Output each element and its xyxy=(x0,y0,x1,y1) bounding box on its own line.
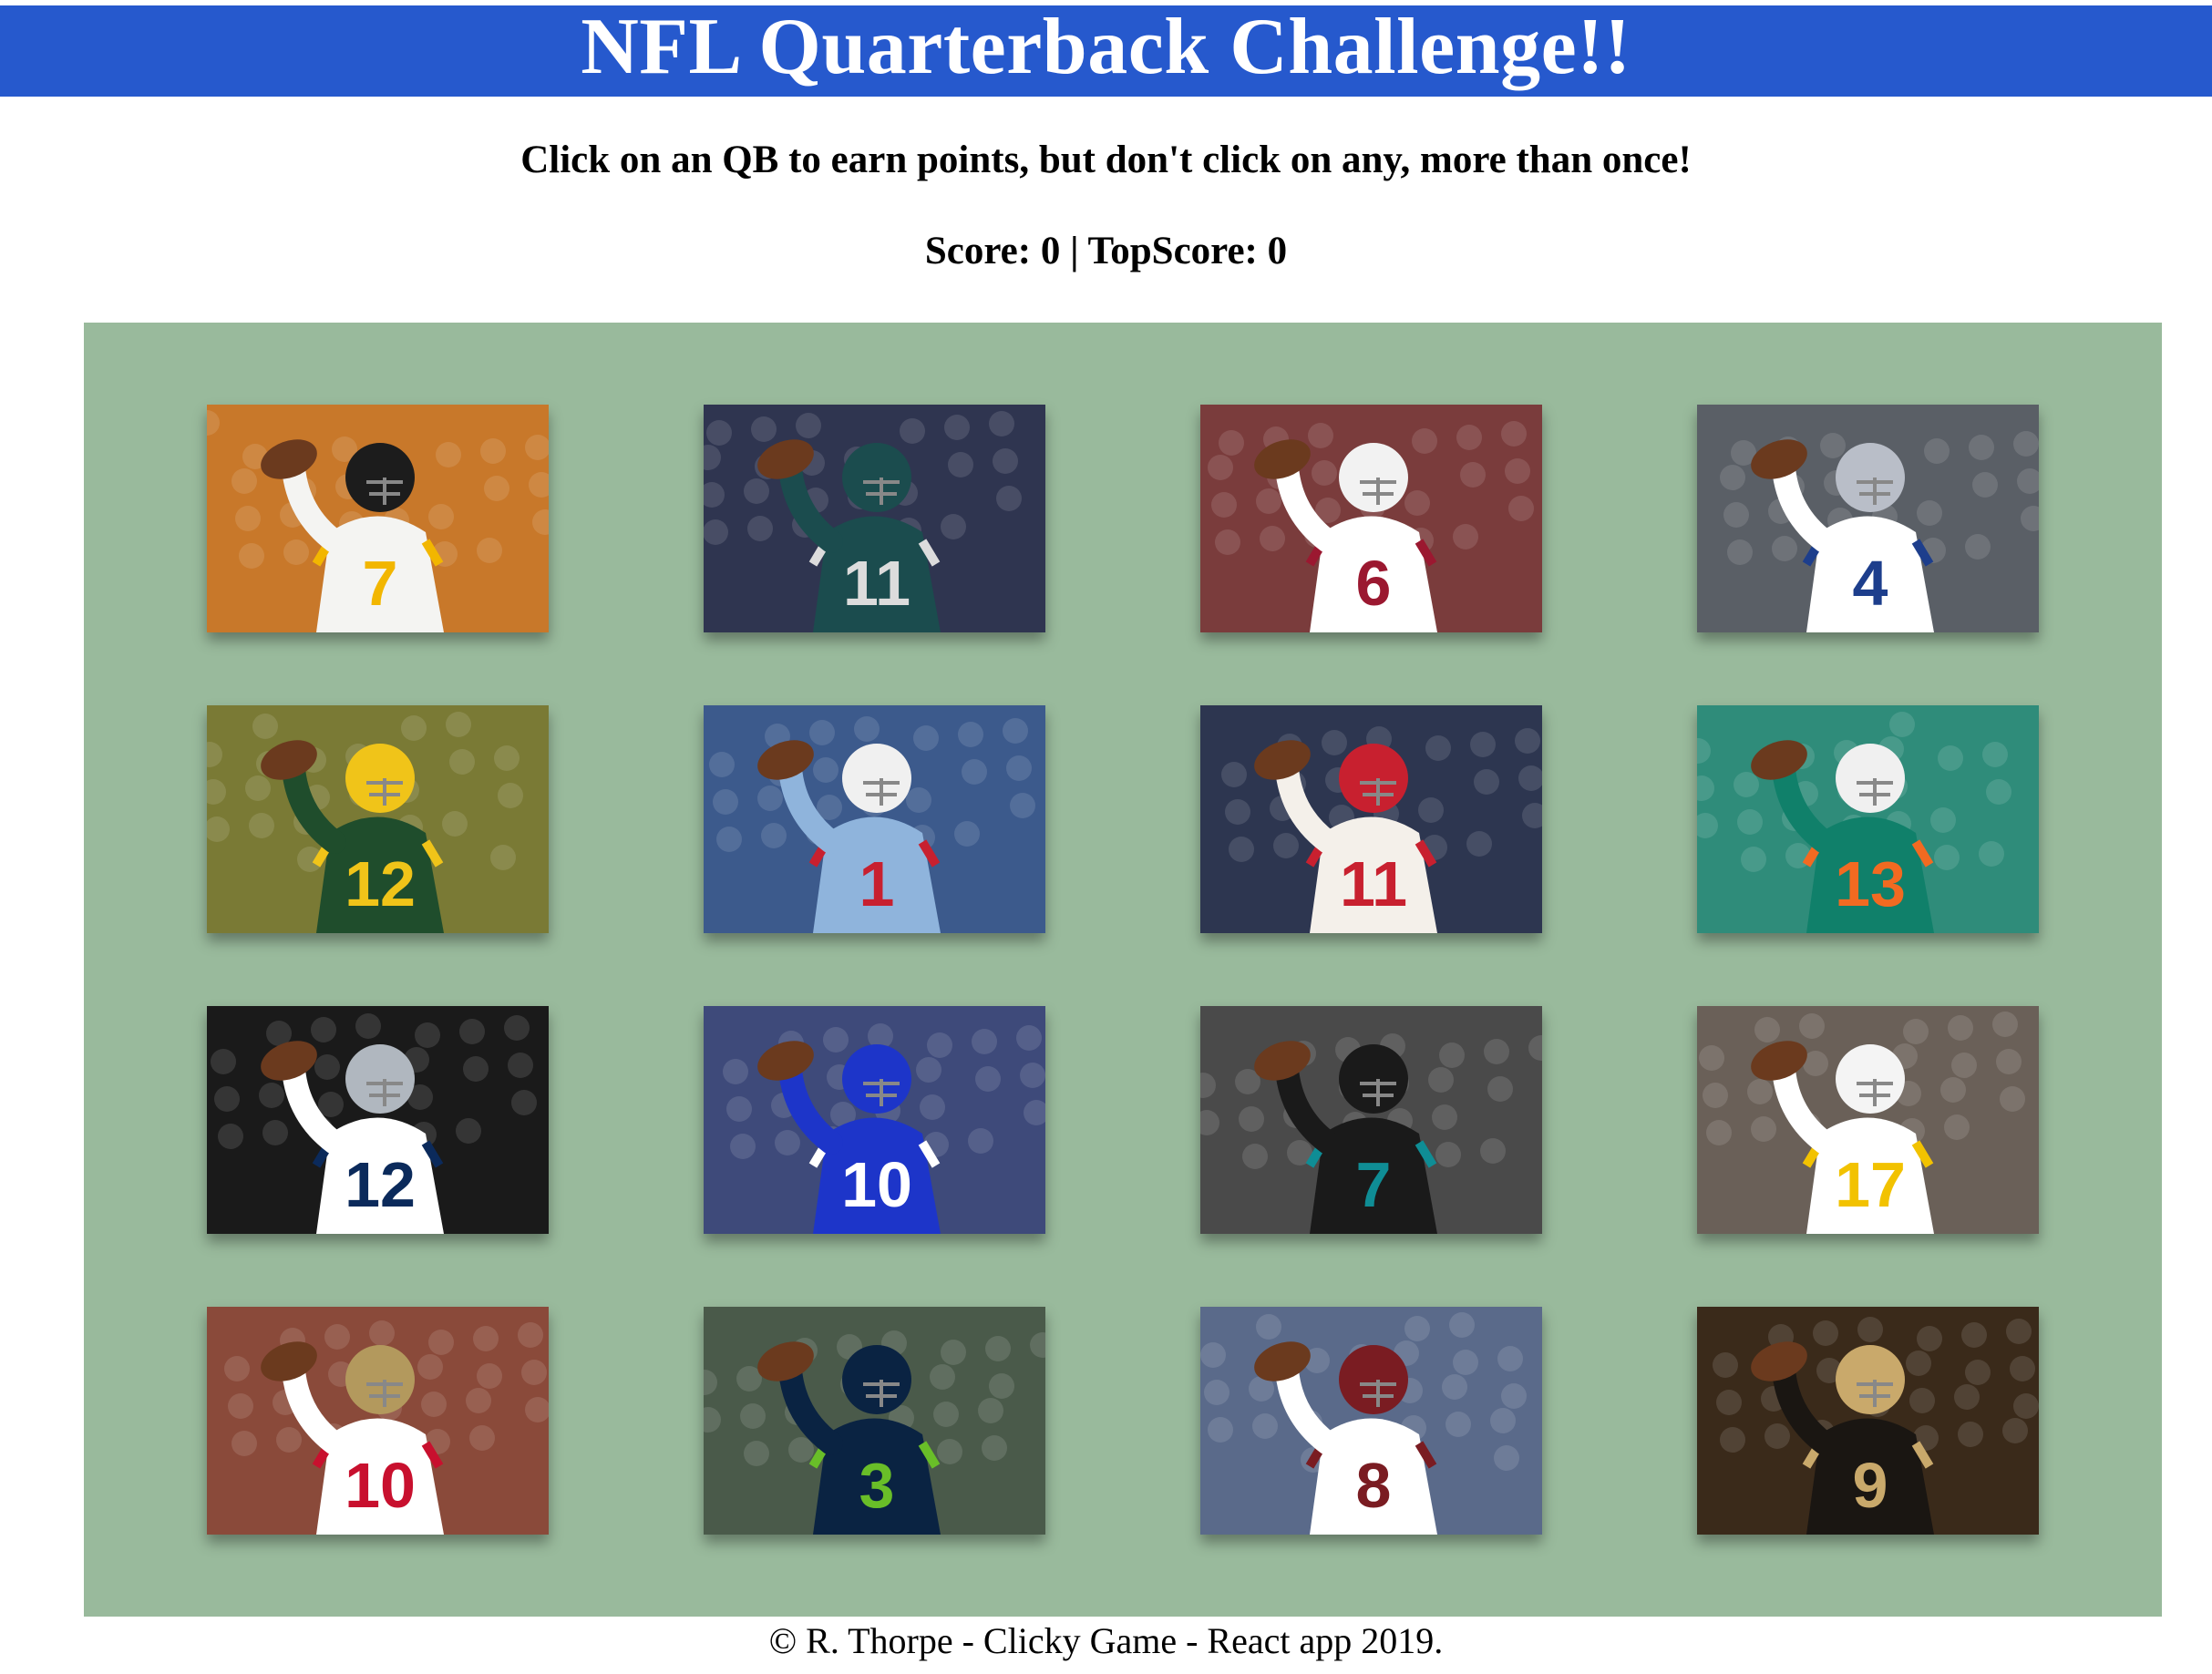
qb-photo: 9 xyxy=(1697,1307,2039,1535)
qb-photo: 1 xyxy=(704,705,1045,933)
qb-photo: 7 xyxy=(207,405,549,632)
page-title: NFL Quarterback Challenge!! xyxy=(581,3,1631,91)
jersey-number: 4 xyxy=(1853,548,1888,619)
jersey-number: 11 xyxy=(1340,848,1407,919)
qb-card[interactable]: 12 xyxy=(207,705,549,933)
qb-card[interactable]: 10 xyxy=(207,1307,549,1535)
qb-card[interactable]: 17 xyxy=(1697,1006,2039,1234)
instructions-text: Click on an QB to earn points, but don't… xyxy=(520,139,1692,181)
header-bar: NFL Quarterback Challenge!! xyxy=(0,5,2212,97)
qb-card[interactable]: 13 xyxy=(1697,705,2039,933)
qb-photo: 12 xyxy=(207,1006,549,1234)
jersey-number: 11 xyxy=(843,548,911,619)
jersey-number: 7 xyxy=(363,548,398,619)
qb-photo: 4 xyxy=(1697,405,2039,632)
qb-photo: 6 xyxy=(1200,405,1542,632)
qb-photo: 11 xyxy=(1200,705,1542,933)
qb-card[interactable]: 6 xyxy=(1200,405,1542,632)
qb-card[interactable]: 3 xyxy=(704,1307,1045,1535)
qb-photo: 8 xyxy=(1200,1307,1542,1535)
jersey-number: 3 xyxy=(859,1450,895,1521)
jersey-number: 6 xyxy=(1356,548,1392,619)
jersey-number: 1 xyxy=(859,848,895,919)
jersey-number: 13 xyxy=(1835,848,1906,919)
jersey-number: 9 xyxy=(1853,1450,1888,1521)
qb-photo: 10 xyxy=(704,1006,1045,1234)
qb-photo: 17 xyxy=(1697,1006,2039,1234)
qb-card[interactable]: 11 xyxy=(1200,705,1542,933)
jersey-number: 12 xyxy=(345,1149,416,1220)
jersey-number: 12 xyxy=(345,848,416,919)
qb-photo: 10 xyxy=(207,1307,549,1535)
jersey-number: 10 xyxy=(345,1450,416,1521)
score-display: Score: 0 | TopScore: 0 xyxy=(924,230,1288,272)
jersey-number: 7 xyxy=(1356,1149,1392,1220)
qb-card[interactable]: 10 xyxy=(704,1006,1045,1234)
qb-card[interactable]: 7 xyxy=(1200,1006,1542,1234)
jersey-number: 17 xyxy=(1835,1149,1906,1220)
qb-card[interactable]: 12 xyxy=(207,1006,549,1234)
qb-card[interactable]: 9 xyxy=(1697,1307,2039,1535)
qb-photo: 3 xyxy=(704,1307,1045,1535)
game-board: 7 11 6 4 12 1 11 13 12 10 7 17 10 3 8 9 xyxy=(84,323,2162,1617)
qb-card[interactable]: 1 xyxy=(704,705,1045,933)
qb-card[interactable]: 4 xyxy=(1697,405,2039,632)
jersey-number: 10 xyxy=(841,1149,912,1220)
qb-photo: 12 xyxy=(207,705,549,933)
qb-photo: 7 xyxy=(1200,1006,1542,1234)
qb-photo: 13 xyxy=(1697,705,2039,933)
jersey-number: 8 xyxy=(1356,1450,1392,1521)
qb-card[interactable]: 7 xyxy=(207,405,549,632)
footer-copyright: © R. Thorpe - Clicky Game - React app 20… xyxy=(768,1620,1444,1661)
qb-card[interactable]: 8 xyxy=(1200,1307,1542,1535)
qb-card[interactable]: 11 xyxy=(704,405,1045,632)
qb-photo: 11 xyxy=(704,405,1045,632)
